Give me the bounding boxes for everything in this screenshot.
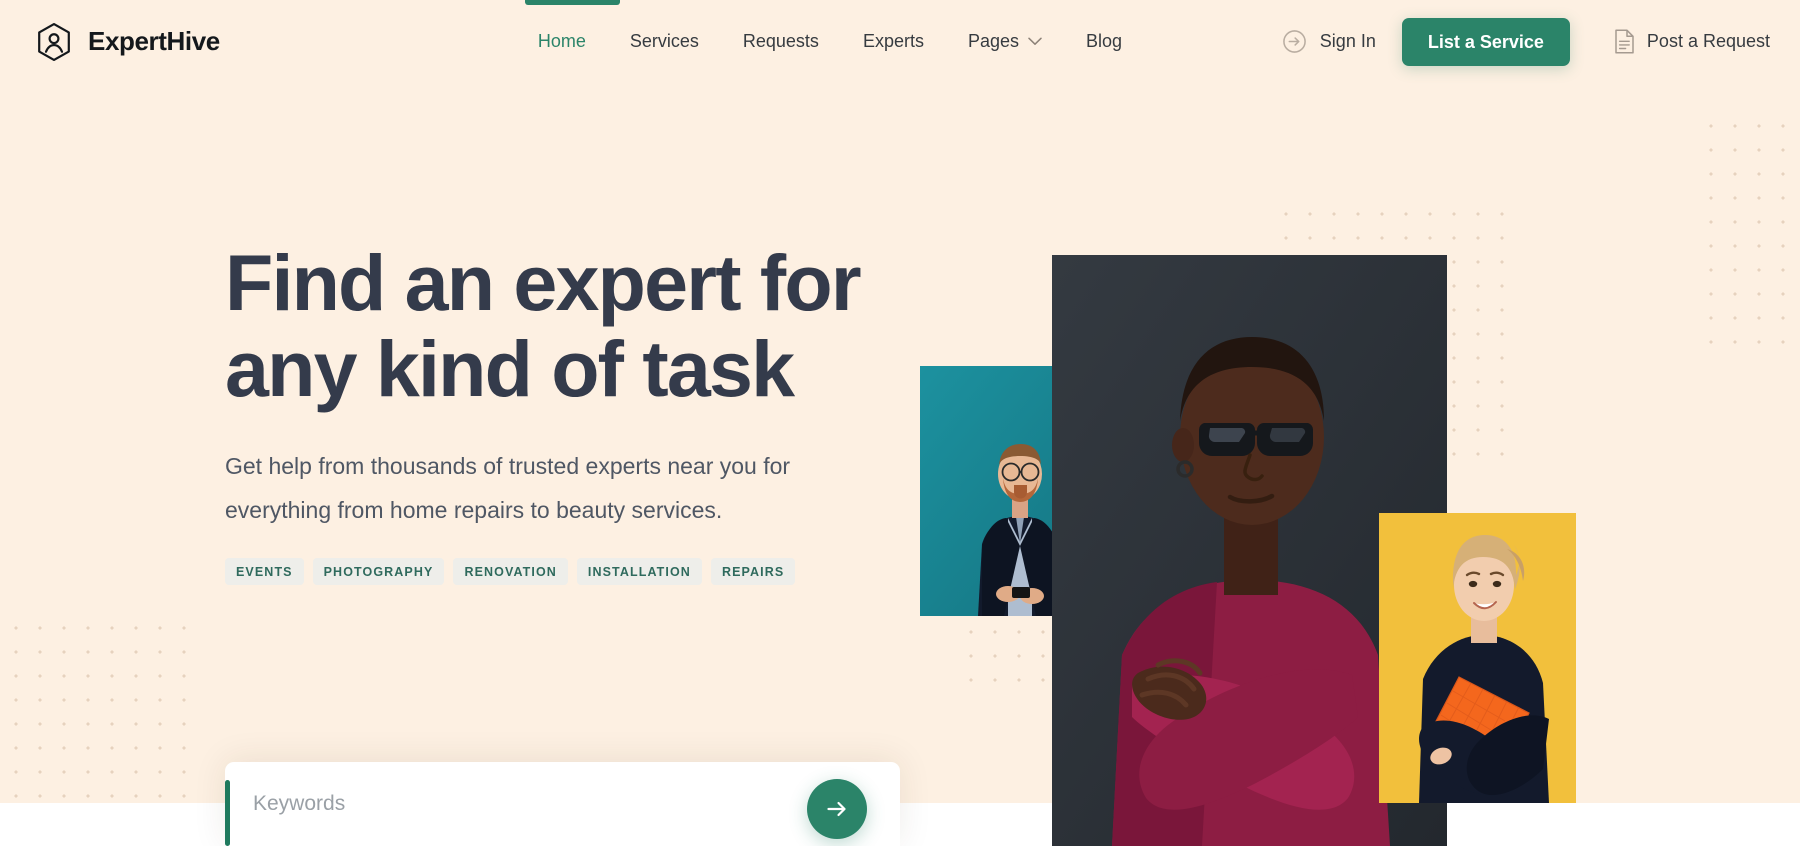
hero-headline-line-2: any kind of task: [225, 324, 795, 413]
tag-repairs[interactable]: REPAIRS: [710, 558, 796, 585]
sign-in-link[interactable]: Sign In: [1256, 29, 1402, 54]
nav-label: Pages: [967, 31, 1020, 51]
active-nav-indicator: [525, 0, 620, 5]
chevron-down-icon: [1028, 37, 1042, 46]
nav-label: Requests: [742, 31, 819, 51]
tag-events[interactable]: EVENTS: [225, 558, 304, 585]
nav-item-experts[interactable]: Experts: [841, 31, 946, 52]
arrow-right-circle-icon: [1282, 29, 1307, 54]
search-input[interactable]: [253, 774, 713, 834]
search-bar: [225, 762, 900, 846]
main-navigation: Home Services Requests Experts Pages Blo…: [516, 31, 1144, 52]
nav-item-home[interactable]: Home: [516, 31, 608, 52]
dot-pattern-top-right: [1695, 110, 1800, 360]
nav-item-requests[interactable]: Requests: [721, 31, 841, 52]
nav-item-blog[interactable]: Blog: [1064, 31, 1144, 52]
expert-photo-woman-orange-folder: [1379, 513, 1576, 803]
search-submit-button[interactable]: [807, 779, 867, 839]
hero-subtitle-line-1: Get help from thousands of trusted exper…: [225, 453, 791, 479]
tag-renovation[interactable]: RENOVATION: [453, 558, 568, 585]
header-actions: Sign In List a Service Post a Request: [1256, 17, 1770, 66]
brand-logo-link[interactable]: ExpertHive: [33, 21, 220, 63]
document-icon: [1614, 29, 1635, 54]
nav-label: Home: [537, 31, 586, 51]
page-root: ExpertHive Home Services Requests Expert…: [0, 0, 1800, 846]
hero-content: Find an expert for any kind of task Get …: [225, 240, 925, 585]
post-a-request-label: Post a Request: [1646, 31, 1770, 51]
hero-headline-line-1: Find an expert for: [225, 238, 862, 327]
nav-label: Services: [629, 31, 699, 51]
sign-in-label: Sign In: [1319, 31, 1376, 51]
tag-photography[interactable]: PHOTOGRAPHY: [312, 558, 445, 585]
nav-label: Blog: [1086, 31, 1123, 51]
dot-pattern-small: [955, 616, 1065, 688]
post-a-request-link[interactable]: Post a Request: [1614, 29, 1770, 54]
site-header: ExpertHive Home Services Requests Expert…: [0, 0, 1800, 83]
hero-headline: Find an expert for any kind of task: [225, 240, 925, 412]
nav-item-pages[interactable]: Pages: [946, 31, 1064, 52]
arrow-right-icon: [824, 796, 850, 822]
hexagon-person-icon: [33, 21, 75, 63]
nav-item-services[interactable]: Services: [608, 31, 721, 52]
hero-subtitle: Get help from thousands of trusted exper…: [225, 444, 855, 532]
hero-subtitle-line-2: everything from home repairs to beauty s…: [225, 497, 723, 523]
list-a-service-button[interactable]: List a Service: [1401, 17, 1570, 66]
search-accent-bar: [225, 780, 230, 846]
tag-installation[interactable]: INSTALLATION: [576, 558, 702, 585]
brand-name: ExpertHive: [88, 26, 220, 56]
nav-label: Experts: [862, 31, 924, 51]
dot-pattern-bottom-left: [0, 612, 205, 802]
hero-tag-list: EVENTS PHOTOGRAPHY RENOVATION INSTALLATI…: [225, 558, 925, 585]
